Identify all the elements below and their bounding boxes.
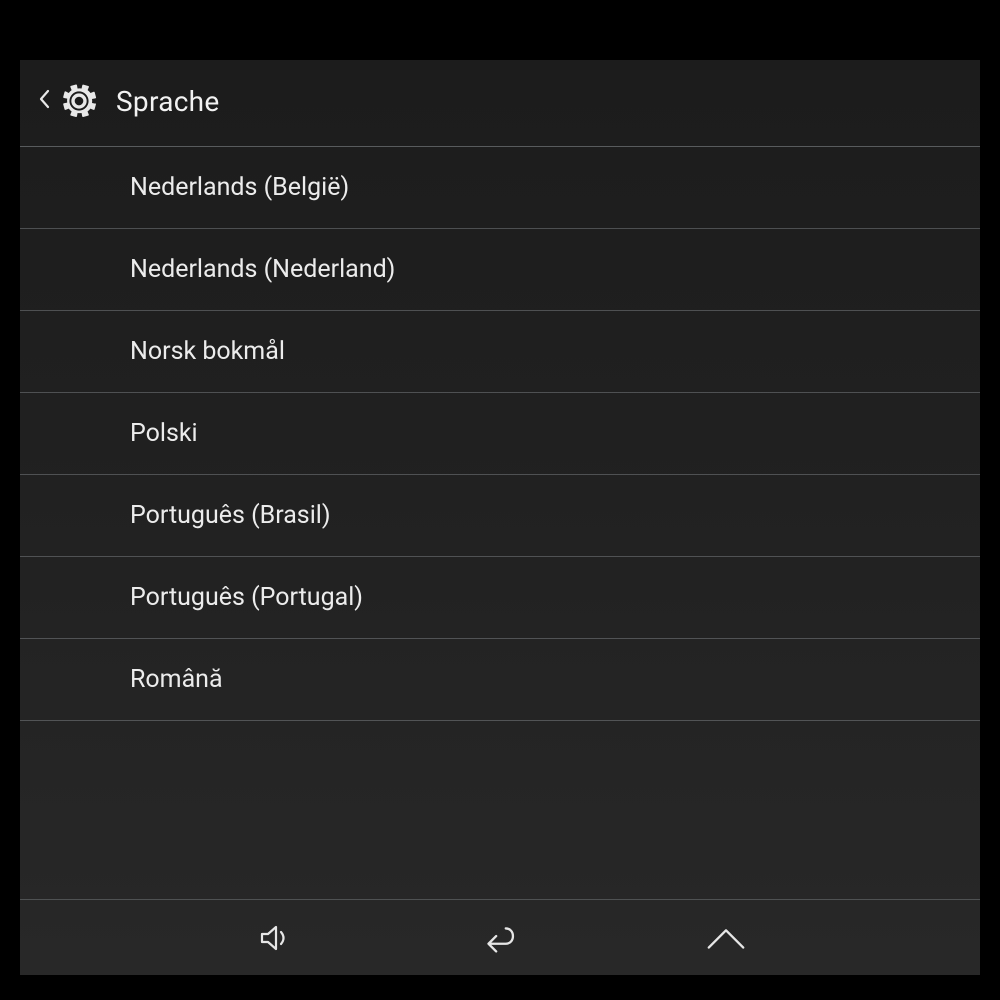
home-button[interactable] (703, 920, 749, 956)
language-item-portugues-brasil[interactable]: Português (Brasil) (20, 475, 980, 557)
language-item-nederlands-belgie[interactable]: Nederlands (België) (20, 147, 980, 229)
list-item-label: Nederlands (Nederland) (130, 255, 395, 284)
language-item-norsk-bokmal[interactable]: Norsk bokmål (20, 311, 980, 393)
language-list: Nederlands (België) Nederlands (Nederlan… (20, 147, 980, 899)
navigation-bar (20, 899, 980, 975)
list-item-label: Português (Portugal) (130, 583, 363, 612)
volume-button[interactable] (251, 920, 297, 956)
language-item-portugues-portugal[interactable]: Português (Portugal) (20, 557, 980, 639)
list-item-label: Română (130, 665, 223, 694)
settings-screen: Sprache Nederlands (België) Nederlands (… (20, 60, 980, 975)
list-item-label: Polski (130, 419, 198, 448)
header: Sprache (20, 60, 980, 147)
back-button[interactable] (477, 920, 523, 956)
language-item-nederlands-nederland[interactable]: Nederlands (Nederland) (20, 229, 980, 311)
language-item-polski[interactable]: Polski (20, 393, 980, 475)
language-item-romana[interactable]: Română (20, 639, 980, 721)
back-chevron-icon[interactable] (38, 88, 50, 114)
list-item-label: Português (Brasil) (130, 501, 331, 530)
list-item-label: Nederlands (België) (130, 173, 349, 202)
page-title: Sprache (116, 85, 220, 118)
settings-gear-icon (56, 78, 102, 124)
list-item-label: Norsk bokmål (130, 337, 285, 366)
